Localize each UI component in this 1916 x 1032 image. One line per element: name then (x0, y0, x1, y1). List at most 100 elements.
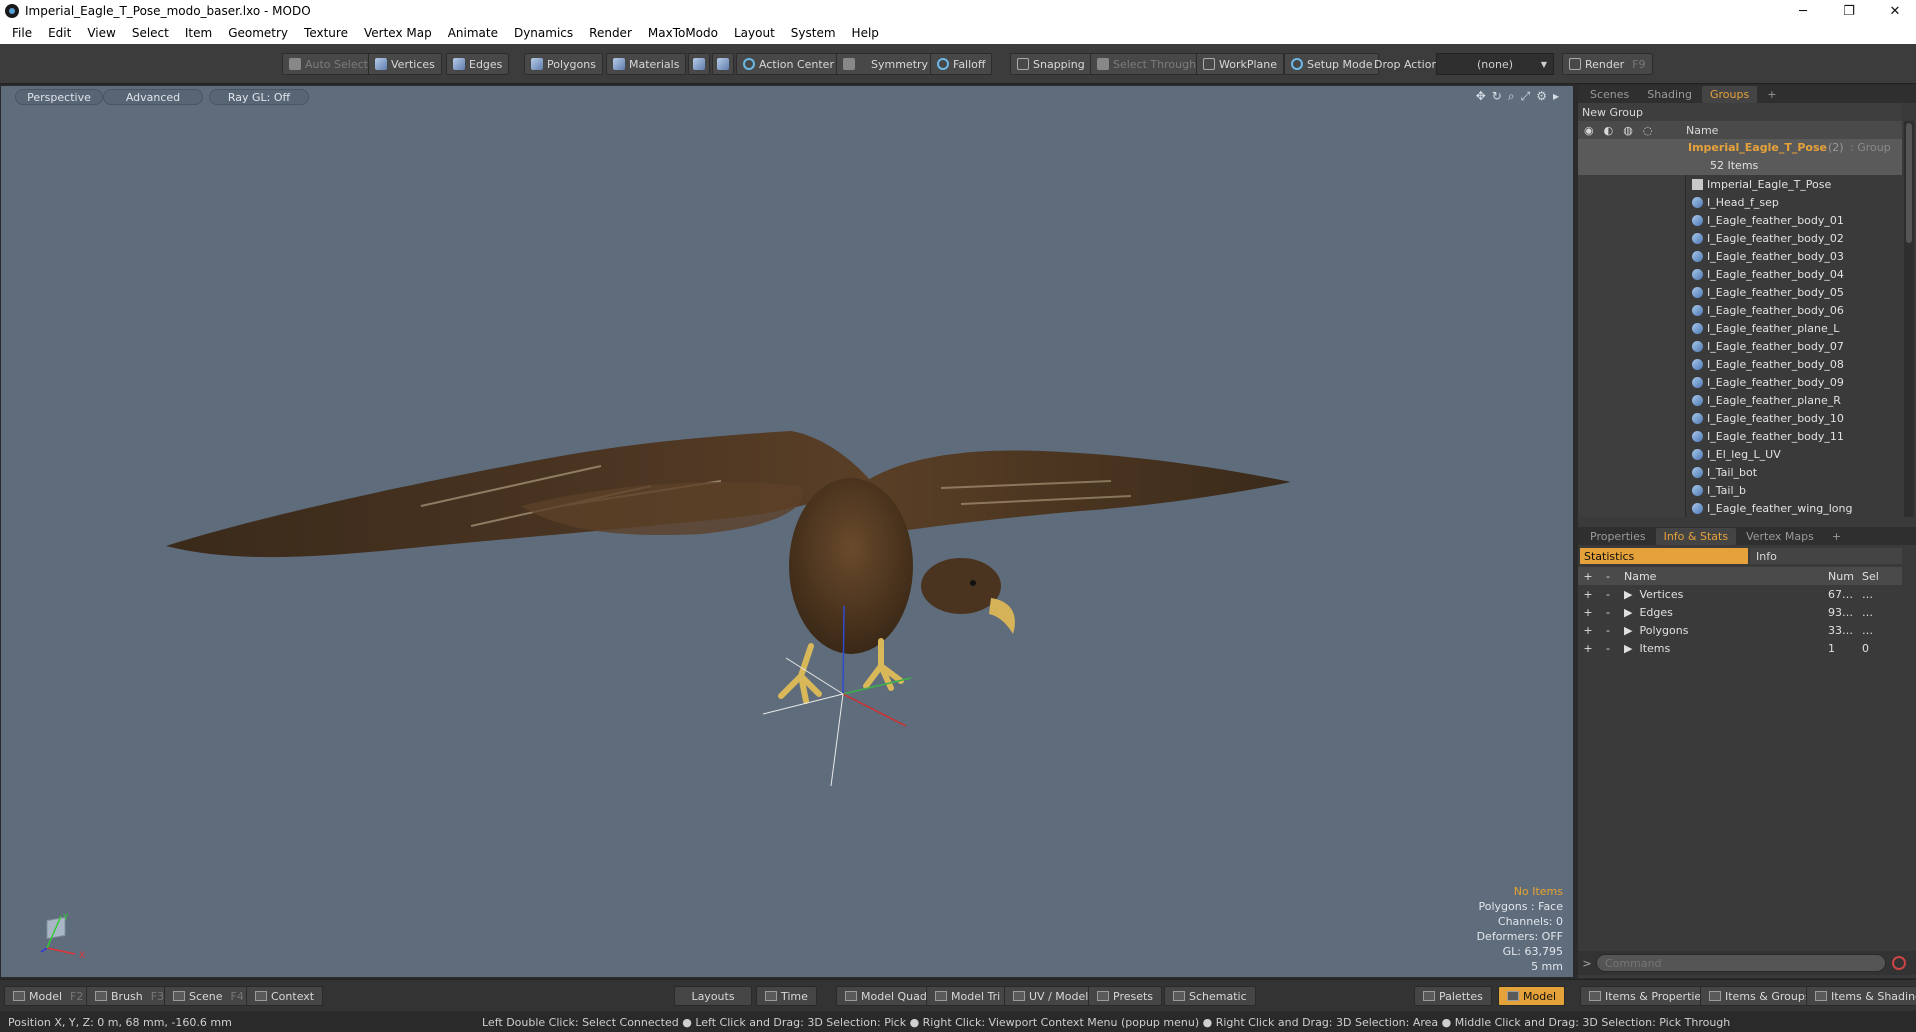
palettes-button[interactable]: Palettes (1414, 986, 1492, 1006)
list-item[interactable]: I_Eagle_feather_body_11 (1578, 427, 1902, 445)
uv-model-button[interactable]: UV / Model (1004, 986, 1098, 1006)
items-groups-button[interactable]: Items & Groups (1700, 986, 1820, 1006)
drop-action-select[interactable]: (none) ▼ (1436, 53, 1554, 75)
table-row[interactable]: + - ▶ Edges 93…… (1578, 603, 1902, 621)
list-item[interactable]: Imperial_Eagle_T_Pose (1578, 175, 1902, 193)
list-item[interactable]: I_Tail_b (1578, 481, 1902, 499)
collapse-all-icon[interactable]: - (1598, 570, 1618, 583)
groups-scrollbar[interactable] (1904, 121, 1914, 517)
add-tab-icon[interactable]: + (1759, 86, 1784, 103)
menu-vertex-map[interactable]: Vertex Map (356, 26, 440, 40)
list-item[interactable]: I_Tail_bot (1578, 463, 1902, 481)
action-center-button[interactable]: Action Center (736, 53, 841, 75)
tab-statistics[interactable]: Statistics (1580, 548, 1748, 564)
menu-select[interactable]: Select (124, 26, 177, 40)
context-button[interactable]: Context (246, 986, 324, 1006)
plus-icon[interactable]: + (1578, 588, 1598, 601)
lock-icon[interactable]: ◐ (1604, 124, 1614, 137)
list-item[interactable]: I_Eagle_feather_body_09 (1578, 373, 1902, 391)
menu-system[interactable]: System (783, 26, 844, 40)
snapping-button[interactable]: Snapping (1010, 53, 1092, 75)
brush-mode-button[interactable]: Brush F3 (86, 986, 174, 1006)
expand-arrow-icon[interactable]: ▶ (1624, 642, 1632, 655)
list-item[interactable]: I_Eagle_feather_body_03 (1578, 247, 1902, 265)
add-tab-icon[interactable]: + (1824, 528, 1849, 545)
render-button[interactable]: Render F9 (1562, 53, 1653, 75)
polygons-button[interactable]: Polygons (524, 53, 603, 75)
command-input[interactable] (1596, 954, 1886, 972)
scrollbar-thumb[interactable] (1906, 123, 1912, 243)
list-item[interactable]: I_Eagle_feather_body_07 (1578, 337, 1902, 355)
model-quad-button[interactable]: Model Quad (836, 986, 936, 1006)
select-through-button[interactable]: Select Through (1090, 53, 1204, 75)
list-item[interactable]: I_Eagle_feather_body_10 (1578, 409, 1902, 427)
edges-button[interactable]: Edges (446, 53, 510, 75)
expand-arrow-icon[interactable]: ▶ (1624, 624, 1632, 637)
select-mode-b-button[interactable] (712, 53, 734, 75)
tab-shading[interactable]: Shading (1639, 86, 1700, 103)
list-item[interactable]: I_Eagle_feather_body_01 (1578, 211, 1902, 229)
3d-viewport[interactable]: Perspective Advanced Ray GL: Off ✥ ↻ ⌕ ⤢… (0, 85, 1574, 978)
materials-button[interactable]: Materials (606, 53, 687, 75)
list-item[interactable]: I_Eagle_feather_body_08 (1578, 355, 1902, 373)
items-shading-button[interactable]: Items & Shading (1806, 986, 1916, 1006)
list-item[interactable]: I_Eagle_feather_body_04 (1578, 265, 1902, 283)
menu-texture[interactable]: Texture (296, 26, 356, 40)
items-properties-button[interactable]: Items & Properties (1580, 986, 1716, 1006)
list-item[interactable]: I_Eagle_feather_body_02 (1578, 229, 1902, 247)
model-tri-button[interactable]: Model Tri (926, 986, 1010, 1006)
workplane-button[interactable]: WorkPlane (1196, 53, 1285, 75)
list-item[interactable]: I_Eagle_feather_body_05 (1578, 283, 1902, 301)
list-item[interactable]: I_Eagle_feather_plane_L (1578, 319, 1902, 337)
tab-properties[interactable]: Properties (1582, 528, 1654, 545)
layouts-button[interactable]: Layouts (674, 986, 752, 1006)
tab-vertex-maps[interactable]: Vertex Maps (1738, 528, 1822, 545)
group-row[interactable]: Imperial_Eagle_T_Pose (2) : Group 52 Ite… (1578, 139, 1902, 175)
menu-geometry[interactable]: Geometry (220, 26, 296, 40)
info-col-icon[interactable]: ◌ (1643, 124, 1653, 137)
record-icon[interactable] (1892, 956, 1906, 970)
minus-icon[interactable]: - (1598, 624, 1618, 637)
scene-mode-button[interactable]: Scene F4 (164, 986, 253, 1006)
table-row[interactable]: + - ▶ Vertices 67…… (1578, 585, 1902, 603)
restore-button[interactable]: ❐ (1826, 0, 1872, 22)
plus-icon[interactable]: + (1578, 606, 1598, 619)
auto-select-button[interactable]: Auto Select (282, 53, 375, 75)
tab-scenes[interactable]: Scenes (1582, 86, 1637, 103)
menu-edit[interactable]: Edit (40, 26, 79, 40)
setup-mode-button[interactable]: Setup Mode (1284, 53, 1380, 75)
select-mode-a-button[interactable] (688, 53, 710, 75)
schematic-button[interactable]: Schematic (1164, 986, 1256, 1006)
menu-help[interactable]: Help (844, 26, 887, 40)
model-mode-button[interactable]: Model F2 (4, 986, 93, 1006)
symmetry-button[interactable]: Symmetry (836, 53, 936, 75)
list-item[interactable]: I_Eagle_feather_plane_R (1578, 391, 1902, 409)
minus-icon[interactable]: - (1598, 588, 1618, 601)
plus-icon[interactable]: + (1578, 642, 1598, 655)
expand-all-icon[interactable]: + (1578, 570, 1598, 583)
menu-maxtomodo[interactable]: MaxToModo (640, 26, 726, 40)
menu-render[interactable]: Render (581, 26, 640, 40)
close-button[interactable]: ✕ (1872, 0, 1916, 22)
menu-item[interactable]: Item (177, 26, 220, 40)
table-row[interactable]: + - ▶ Items 10 (1578, 639, 1902, 657)
minus-icon[interactable]: - (1598, 606, 1618, 619)
plus-icon[interactable]: + (1578, 624, 1598, 637)
table-row[interactable]: + - ▶ Polygons 33…… (1578, 621, 1902, 639)
list-item[interactable]: I_Eagle_feather_body_06 (1578, 301, 1902, 319)
list-item[interactable]: I_El_leg_L_UV (1578, 445, 1902, 463)
menu-dynamics[interactable]: Dynamics (506, 26, 581, 40)
tab-info[interactable]: Info (1750, 548, 1902, 564)
expand-arrow-icon[interactable]: ▶ (1624, 606, 1632, 619)
list-item[interactable]: I_Eagle_feather_wing_long (1578, 499, 1902, 517)
expand-arrow-icon[interactable]: ▶ (1624, 588, 1632, 601)
menu-file[interactable]: File (4, 26, 40, 40)
tab-groups[interactable]: Groups (1701, 85, 1758, 103)
menu-view[interactable]: View (79, 26, 123, 40)
time-button[interactable]: Time (756, 986, 817, 1006)
model-layout-button[interactable]: Model (1498, 986, 1566, 1006)
tab-info-stats[interactable]: Info & Stats (1655, 527, 1737, 545)
falloff-button[interactable]: Falloff (930, 53, 993, 75)
presets-button[interactable]: Presets (1088, 986, 1163, 1006)
render-col-icon[interactable]: ◍ (1623, 124, 1633, 137)
